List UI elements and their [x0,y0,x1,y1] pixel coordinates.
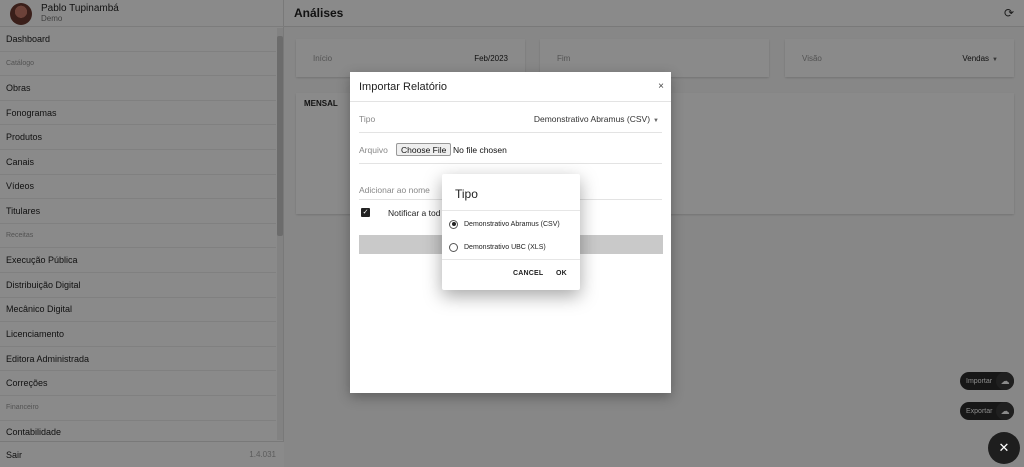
ok-button[interactable]: OK [556,270,567,277]
option-label: Demonstrativo Abramus (CSV) [464,220,560,228]
tipo-picker-dialog: Tipo Demonstrativo Abramus (CSV) Demonst… [442,174,580,290]
radio-selected[interactable] [449,219,458,229]
tipo-label: Tipo [359,114,376,124]
option-abramus[interactable]: Demonstrativo Abramus (CSV) [449,217,560,231]
chevron-down-icon: ▼ [653,118,659,124]
import-dialog-header: Importar Relatório × [350,72,671,102]
divider [442,210,580,211]
option-ubc[interactable]: Demonstrativo UBC (XLS) [449,240,546,254]
arquivo-label: Arquivo [359,145,388,155]
picker-title: Tipo [455,187,478,201]
divider [442,259,580,260]
tipo-select[interactable]: Demonstrativo Abramus (CSV) ▼ [534,114,659,124]
import-dialog-title: Importar Relatório [359,81,448,93]
radio-unselected[interactable] [449,242,458,252]
divider [359,163,662,164]
notify-label: Notificar a tod [388,208,441,218]
close-icon[interactable]: × [658,81,664,92]
divider [359,132,662,133]
choose-file-button[interactable]: Choose File [396,143,452,156]
close-fab[interactable]: ✕ [988,432,1020,464]
option-label: Demonstrativo UBC (XLS) [464,243,546,251]
file-status: No file chosen [453,145,507,155]
nome-input[interactable]: Adicionar ao nome [359,185,430,195]
tipo-value: Demonstrativo Abramus (CSV) [533,114,651,124]
cancel-button[interactable]: CANCEL [513,270,543,277]
notify-checkbox[interactable]: ✓ [361,208,370,217]
close-icon: ✕ [998,440,1010,455]
